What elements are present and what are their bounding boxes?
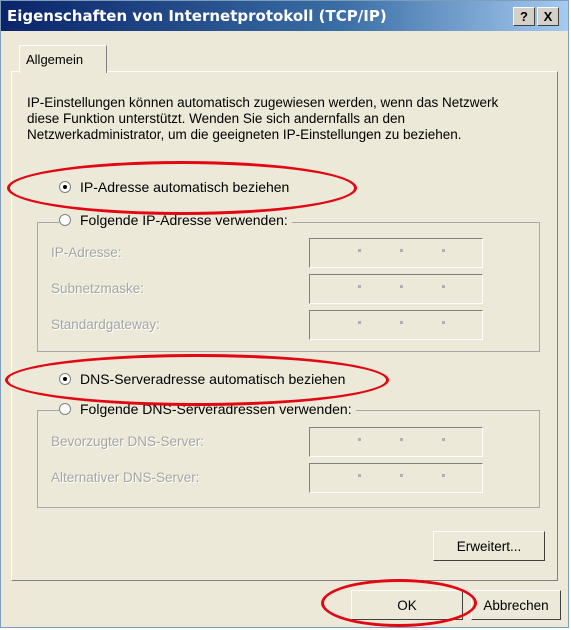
- preferred-dns-label: Bevorzugter DNS-Server:: [51, 434, 205, 449]
- ip-address-field[interactable]: [309, 238, 483, 268]
- subnet-mask-field[interactable]: [309, 274, 483, 304]
- ip-auto-radio[interactable]: IP-Adresse automatisch beziehen: [59, 179, 289, 195]
- tab-allgemein[interactable]: Allgemein: [19, 45, 107, 73]
- ip-auto-label: IP-Adresse automatisch beziehen: [80, 179, 290, 195]
- dns-groupbox: [37, 410, 540, 508]
- ip-manual-radio[interactable]: Folgende IP-Adresse verwenden:: [59, 212, 292, 228]
- ip-manual-label: Folgende IP-Adresse verwenden:: [80, 212, 288, 228]
- dns-manual-radio[interactable]: Folgende DNS-Serveradressen verwenden:: [59, 401, 356, 417]
- window-title: Eigenschaften von Internetprotokoll (TCP…: [7, 7, 387, 25]
- help-button[interactable]: ?: [513, 7, 535, 26]
- gateway-field[interactable]: [309, 310, 483, 340]
- subnet-mask-label: Subnetzmaske:: [51, 281, 145, 296]
- radio-checked-icon: [59, 373, 71, 385]
- ip-address-label: IP-Adresse:: [51, 245, 122, 260]
- cancel-button[interactable]: Abbrechen: [471, 590, 561, 620]
- radio-unchecked-icon: [59, 403, 71, 415]
- gateway-label: Standardgateway:: [51, 317, 160, 332]
- description-text: IP-Einstellungen können automatisch zuge…: [27, 95, 499, 142]
- preferred-dns-field[interactable]: [309, 427, 483, 457]
- title-bar[interactable]: Eigenschaften von Internetprotokoll (TCP…: [1, 1, 568, 31]
- alternate-dns-field[interactable]: [309, 463, 483, 493]
- ok-button[interactable]: OK: [351, 590, 463, 620]
- dns-auto-radio[interactable]: DNS-Serveradresse automatisch beziehen: [59, 371, 345, 387]
- dialog-window: Eigenschaften von Internetprotokoll (TCP…: [0, 0, 569, 628]
- dns-manual-label: Folgende DNS-Serveradressen verwenden:: [80, 401, 352, 417]
- advanced-button[interactable]: Erweitert...: [433, 531, 545, 561]
- close-button[interactable]: X: [537, 7, 559, 26]
- radio-checked-icon: [59, 181, 71, 193]
- alternate-dns-label: Alternativer DNS-Server:: [51, 470, 200, 485]
- dns-auto-label: DNS-Serveradresse automatisch beziehen: [80, 371, 346, 387]
- radio-unchecked-icon: [59, 214, 71, 226]
